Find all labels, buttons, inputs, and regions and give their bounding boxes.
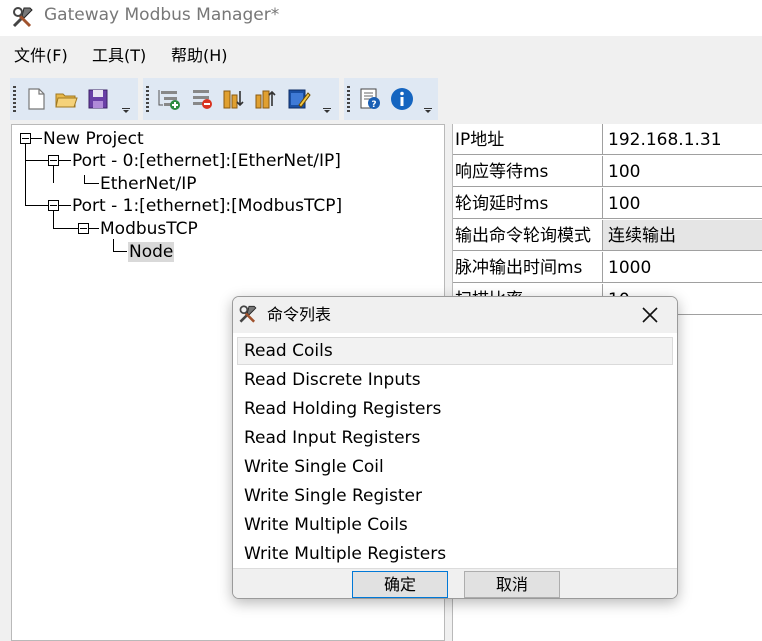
command-label: Write Single Coil [244,457,384,477]
property-value-field[interactable]: 192.168.1.31 [602,124,762,154]
tree-connector [84,175,85,184]
ok-button[interactable]: 确定 [352,571,448,598]
tree-connector [25,160,48,161]
edit-icon[interactable] [287,87,311,111]
toolbar-file-group [10,78,138,120]
command-label: Write Multiple Coils [244,515,408,535]
command-label: Read Coils [244,341,333,361]
tree-connector [25,205,48,206]
tree-node-node[interactable]: Node [128,241,175,263]
property-row[interactable]: 响应等待ms 100 [453,156,762,187]
new-file-icon[interactable] [24,87,48,111]
download-icon[interactable] [253,87,277,111]
tree-node-port-0[interactable]: Port - 0:[ethernet]:[EtherNet/IP] [72,150,341,172]
property-value-field[interactable]: 100 [602,188,762,218]
menu-tools[interactable]: 工具(T) [92,46,146,66]
command-list-item[interactable]: Read Discrete Inputs [237,366,673,394]
dialog-title-bar: 命令列表 [233,297,677,333]
tree-connector [113,239,114,251]
property-row[interactable]: 轮询延时ms 100 [453,188,762,219]
property-value-field[interactable]: 连续输出 [602,220,762,250]
dialog-footer: 确定 取消 [233,568,677,598]
tree-connector [53,211,54,228]
collapse-icon[interactable] [48,200,59,211]
property-row[interactable]: IP地址 192.168.1.31 [453,124,762,155]
tree-connector [25,144,26,206]
command-list-item[interactable]: Write Single Register [237,482,673,510]
command-list-item[interactable]: Read Coils [237,337,673,365]
property-label: 输出命令轮询模式 [455,226,591,246]
add-port-icon[interactable] [157,87,181,111]
tree-node-ethernetip[interactable]: EtherNet/IP [100,173,196,195]
command-label: Read Discrete Inputs [244,370,421,390]
tree-connector [30,138,42,139]
property-value: 192.168.1.31 [608,130,722,150]
menu-file[interactable]: 文件(F) [14,46,68,66]
toolbar-grip[interactable] [347,86,350,112]
tree-connector [59,160,71,161]
tree-connector [113,251,127,252]
property-value: 100 [608,194,641,214]
property-label: IP地址 [455,130,505,150]
property-value-field[interactable]: 1000 [602,252,762,282]
title-bar: Gateway Modbus Manager* [0,0,762,36]
selected-node-label[interactable]: Node [128,242,175,262]
command-label: Write Single Register [244,486,422,506]
info-icon[interactable] [390,87,414,111]
tree-connector [89,228,99,229]
command-label: Read Holding Registers [244,399,442,419]
property-value: 100 [608,162,641,182]
property-value-field[interactable]: 100 [602,156,762,186]
toolbar-grip[interactable] [146,86,149,112]
command-list-item[interactable]: Write Multiple Coils [237,511,673,539]
help-icon[interactable]: ? [358,87,382,111]
property-label: 响应等待ms [455,162,549,182]
upload-icon[interactable] [221,87,245,111]
command-list-item[interactable]: Write Multiple Registers [237,540,673,568]
toolbar-help-group: ? [344,78,438,120]
remove-port-icon[interactable] [189,87,213,111]
command-list-item[interactable]: Read Holding Registers [237,395,673,423]
cancel-button[interactable]: 取消 [464,571,560,598]
property-row[interactable]: 输出命令轮询模式 连续输出 [453,220,762,251]
tree-node-project[interactable]: New Project [43,128,144,150]
menu-help[interactable]: 帮助(H) [171,46,228,66]
toolbar-edit-group [143,78,339,120]
command-label: Read Input Registers [244,428,421,448]
tree-node-port-1[interactable]: Port - 1:[ethernet]:[ModbusTCP] [72,195,342,217]
property-label: 脉冲输出时间ms [455,258,583,278]
close-icon[interactable] [637,303,663,327]
toolbar-overflow-icon[interactable] [424,108,432,114]
collapse-icon[interactable] [78,223,89,234]
tree-connector [53,166,54,183]
toolbar-grip[interactable] [13,86,16,112]
tree-connector [84,183,99,184]
property-value: 1000 [608,258,652,278]
menu-bar: 文件(F) 工具(T) 帮助(H) [0,36,762,72]
tools-app-icon [12,7,33,28]
property-label: 轮询延时ms [455,194,549,214]
command-list-item[interactable]: Read Input Registers [237,424,673,452]
collapse-icon[interactable] [48,155,59,166]
open-folder-icon[interactable] [54,87,78,111]
property-value: 连续输出 [608,226,676,246]
dialog-title: 命令列表 [267,305,332,324]
command-listbox[interactable]: Read Coils Read Discrete Inputs Read Holdi… [237,337,675,567]
command-list-dialog: 命令列表 Read Coils Read Discrete Inputs Read … [232,296,678,599]
tools-app-icon [239,305,257,323]
toolbar-overflow-icon[interactable] [122,108,130,114]
toolbar-overflow-icon[interactable] [323,108,331,114]
command-list-item[interactable]: Write Single Coil [237,453,673,481]
svg-text:?: ? [371,100,376,110]
tree-connector [59,205,71,206]
property-row[interactable]: 脉冲输出时间ms 1000 [453,252,762,283]
save-icon[interactable] [86,87,110,111]
command-label: Write Multiple Registers [244,544,447,564]
window-title: Gateway Modbus Manager* [44,5,280,25]
tree-connector [53,228,78,229]
tree-node-modbustcp[interactable]: ModbusTCP [100,218,198,240]
